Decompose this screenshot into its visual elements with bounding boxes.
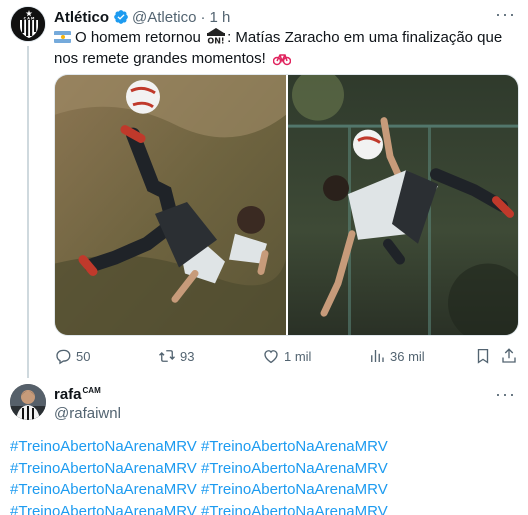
analytics-icon: [371, 350, 384, 362]
on-arrow-icon: ON!: [207, 28, 226, 46]
reply-tweet[interactable]: rafaCAM @rafaiwnl ··· #TreinoAbertoNaAre…: [0, 378, 528, 515]
hashtag-link[interactable]: #TreinoAbertoNaArenaMRV: [201, 503, 388, 515]
hashtag-link[interactable]: #TreinoAbertoNaArenaMRV: [10, 460, 197, 477]
heart-icon: [264, 350, 278, 364]
hashtag-link[interactable]: #TreinoAbertoNaArenaMRV: [201, 460, 388, 477]
verified-badge-icon: [114, 10, 128, 24]
svg-text:ON!: ON!: [207, 37, 224, 46]
reply-count: 50: [76, 348, 91, 364]
bicycle-icon: [272, 54, 291, 66]
tweet-text-part1: O homem retornou: [75, 29, 201, 46]
bookmark-action[interactable]: [474, 346, 496, 366]
views-count: 36 mil: [390, 348, 425, 364]
share-action[interactable]: [500, 346, 522, 366]
retweet-action[interactable]: 93: [158, 346, 194, 366]
tweet-actions: 50 93 1 mil 36 mil: [54, 346, 519, 368]
author-name[interactable]: Atlético: [54, 9, 109, 26]
photo-bicycle-kick-right[interactable]: [288, 75, 518, 335]
reply-more-options-icon[interactable]: ···: [495, 384, 516, 405]
hashtag-link[interactable]: #TreinoAbertoNaArenaMRV: [10, 481, 197, 498]
rafa-avatar[interactable]: [10, 384, 46, 420]
share-icon: [502, 348, 516, 363]
like-action[interactable]: 1 mil: [262, 346, 311, 366]
reply-author-badge: CAM: [82, 386, 101, 395]
reply-icon: [56, 349, 71, 365]
reply-author-handle[interactable]: @rafaiwnl: [54, 405, 121, 422]
photo-bicycle-kick-left[interactable]: [55, 75, 286, 335]
author-handle[interactable]: @Atletico: [132, 9, 196, 26]
argentina-flag-icon: [54, 31, 71, 43]
hashtag-link[interactable]: #TreinoAbertoNaArenaMRV: [201, 481, 388, 498]
retweet-count: 93: [180, 348, 195, 364]
reply-hashtags: #TreinoAbertoNaArenaMRV #TreinoAbertoNaA…: [10, 436, 520, 515]
svg-text:C A M: C A M: [24, 16, 35, 20]
hashtag-link[interactable]: #TreinoAbertoNaArenaMRV: [10, 438, 197, 455]
tweet-media[interactable]: [54, 74, 519, 336]
reply-author-name-text: rafa: [54, 386, 82, 403]
atletico-avatar[interactable]: C A M: [10, 6, 46, 42]
tweet-text: O homem retornou ON! : Matías Zaracho em…: [54, 27, 514, 69]
bookmark-icon: [477, 348, 489, 364]
separator-dot: ·: [200, 8, 206, 26]
like-count: 1 mil: [284, 348, 312, 364]
reply-author-name[interactable]: rafaCAM: [54, 386, 101, 403]
tweet-time[interactable]: 1 h: [209, 9, 230, 26]
tweet[interactable]: C A M Atlético @Atletico · 1 h ··· O hom…: [0, 0, 528, 378]
retweet-icon: [159, 350, 175, 362]
reply-action[interactable]: 50: [54, 346, 90, 366]
views-action[interactable]: 36 mil: [368, 346, 425, 366]
more-options-icon[interactable]: ···: [495, 4, 516, 25]
hashtag-link[interactable]: #TreinoAbertoNaArenaMRV: [201, 438, 388, 455]
hashtag-link[interactable]: #TreinoAbertoNaArenaMRV: [10, 503, 197, 515]
thread-line: [27, 46, 29, 378]
